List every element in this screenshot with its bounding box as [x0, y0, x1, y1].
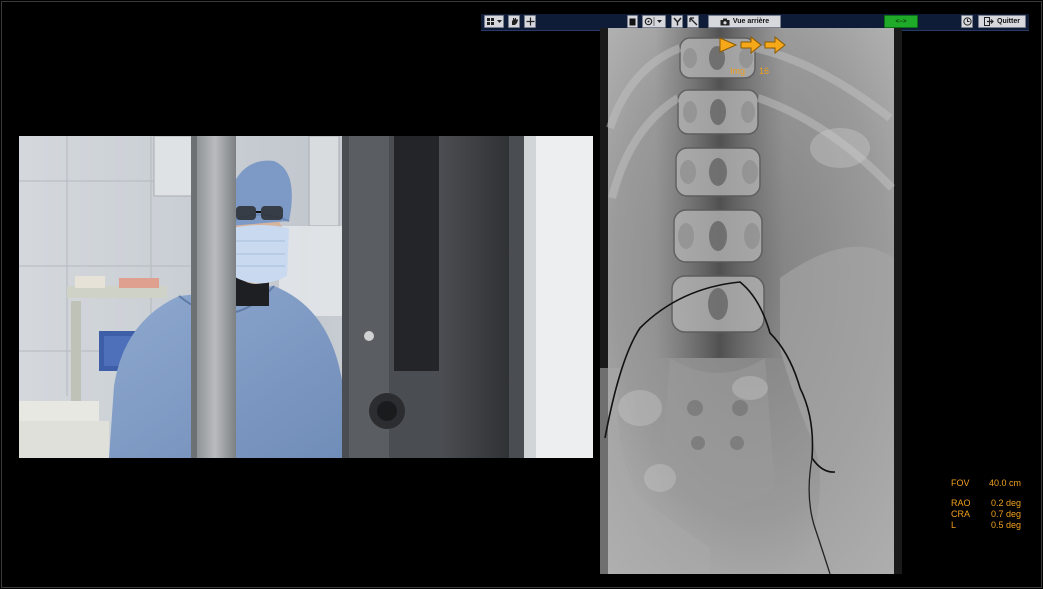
- hand-icon: [511, 18, 518, 25]
- exit-icon: [984, 17, 994, 26]
- fov-row: FOV 40.0 cm: [951, 478, 1021, 489]
- cra-value: 0.7 deg: [990, 509, 1021, 519]
- rao-label: RAO: [951, 498, 971, 508]
- image-counter-label: Img: [730, 66, 746, 76]
- grid-dropdown-icon: [486, 18, 502, 25]
- green-status-button[interactable]: <-->: [884, 15, 918, 28]
- image-counter-value: 16: [759, 66, 770, 76]
- cursor-icon: [688, 17, 697, 26]
- rao-value: 0.2 deg: [990, 498, 1021, 508]
- forward-arrow-icon[interactable]: [740, 36, 762, 54]
- fov-label: FOV: [951, 478, 970, 488]
- green-button-label: <-->: [895, 18, 907, 25]
- vue-arriere-button[interactable]: Vue arrière: [708, 15, 781, 28]
- spine-xray-image: [600, 28, 902, 574]
- square-icon: [629, 18, 636, 25]
- quit-label: Quitter: [997, 18, 1020, 25]
- image-counter: Img 16: [730, 66, 769, 76]
- l-row: L 0.5 deg: [951, 520, 1021, 531]
- target-dropdown-icon: [644, 17, 662, 26]
- l-value: 0.5 deg: [990, 520, 1021, 530]
- image-navigation-arrows: [718, 34, 786, 56]
- cursor-tool-button[interactable]: [687, 15, 699, 28]
- quit-button[interactable]: Quitter: [978, 15, 1026, 28]
- target-dropdown-button[interactable]: [642, 15, 666, 28]
- vue-arriere-label: Vue arrière: [732, 18, 770, 25]
- grid-dropdown-button[interactable]: [484, 15, 504, 28]
- surgeon-video-image: [19, 136, 593, 458]
- crosshair-icon: [526, 17, 534, 26]
- operating-room-video: [19, 136, 593, 458]
- fluoroscopy-image: [600, 28, 902, 574]
- fov-value: 40.0 cm: [988, 478, 1021, 488]
- hand-tool-button[interactable]: [508, 15, 520, 28]
- forward-arrow-icon[interactable]: [764, 36, 786, 54]
- camera-icon: [720, 18, 730, 25]
- crosshair-button[interactable]: [524, 15, 536, 28]
- pliers-tool-button[interactable]: [671, 15, 683, 28]
- acquisition-info: FOV 40.0 cm RAO 0.2 deg CRA 0.7 deg L 0.…: [951, 478, 1021, 531]
- play-arrow-icon[interactable]: [718, 36, 738, 54]
- cra-row: CRA 0.7 deg: [951, 509, 1021, 520]
- cra-label: CRA: [951, 509, 971, 519]
- pliers-icon: [672, 17, 682, 26]
- l-label: L: [951, 520, 957, 530]
- clock-button[interactable]: [961, 15, 973, 28]
- clock-icon: [962, 17, 972, 26]
- rao-row: RAO 0.2 deg: [951, 498, 1021, 509]
- square-button[interactable]: [627, 15, 638, 28]
